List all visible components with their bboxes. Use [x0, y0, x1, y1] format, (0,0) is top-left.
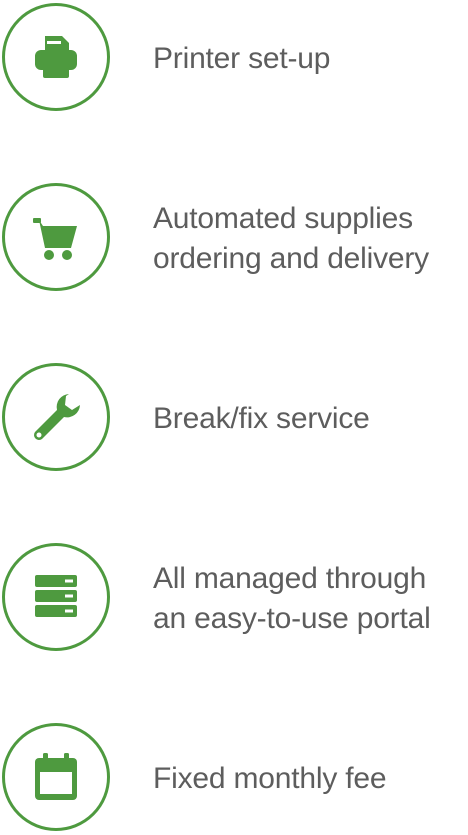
feature-item-portal: All managed through an easy-to-use porta… — [0, 543, 468, 655]
feature-item-printer-setup: Printer set-up — [0, 3, 468, 115]
feature-list: Printer set-up Automated supplies orderi… — [0, 0, 468, 832]
feature-label-text: Automated supplies ordering and delivery — [153, 199, 429, 279]
feature-label: Break/fix service — [153, 363, 468, 475]
feature-label-text: All managed through an easy-to-use porta… — [153, 559, 431, 639]
feature-label: Printer set-up — [153, 3, 468, 115]
shopping-cart-icon — [2, 183, 110, 291]
feature-label-text: Printer set-up — [153, 42, 331, 75]
feature-item-monthly-fee: Fixed monthly fee — [0, 723, 468, 835]
feature-item-break-fix: Break/fix service — [0, 363, 468, 475]
server-icon — [2, 543, 110, 651]
feature-item-supplies: Automated supplies ordering and delivery — [0, 183, 468, 295]
feature-label-text: Break/fix service — [153, 402, 370, 435]
printer-icon — [2, 3, 110, 111]
feature-label: All managed through an easy-to-use porta… — [153, 543, 468, 655]
feature-label-lines: Automated supplies ordering and delivery — [153, 202, 429, 275]
feature-label: Automated supplies ordering and delivery — [153, 183, 468, 295]
wrench-icon — [2, 363, 110, 471]
feature-label-lines: All managed through an easy-to-use porta… — [153, 562, 431, 635]
feature-label: Fixed monthly fee — [153, 723, 468, 835]
calendar-icon — [2, 723, 110, 831]
feature-label-text: Fixed monthly fee — [153, 762, 387, 795]
